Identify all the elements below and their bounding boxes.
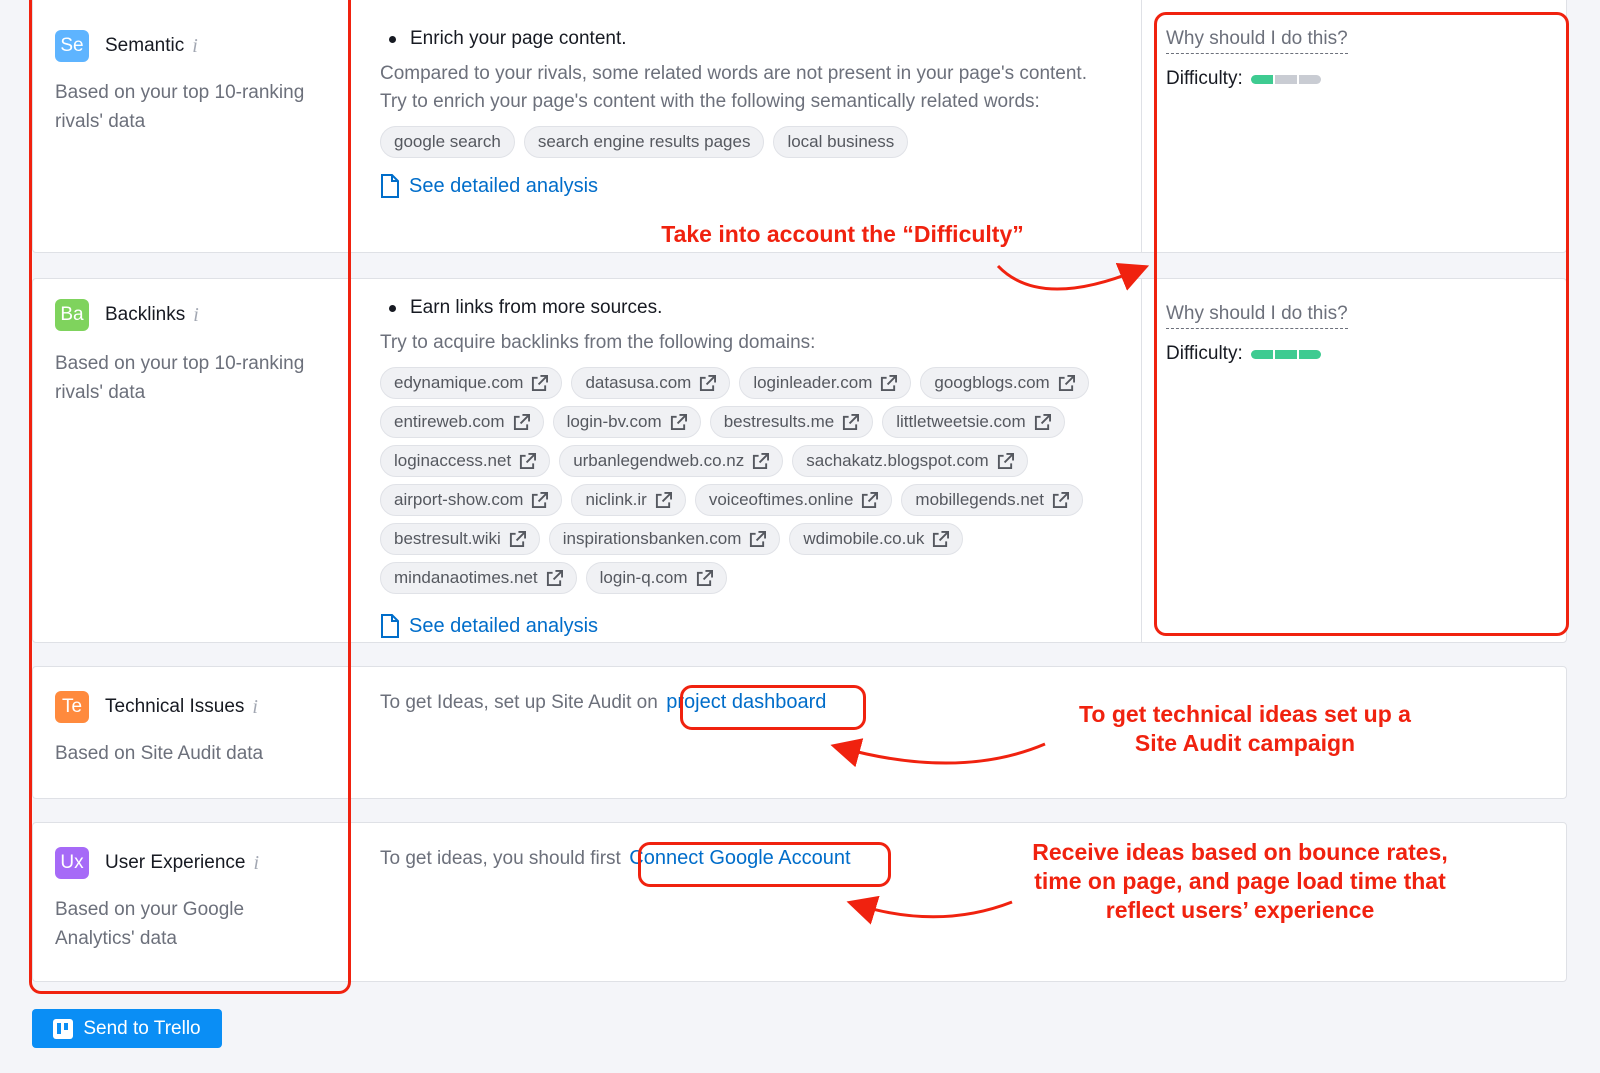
arrow-to-project-dashboard [830,738,1046,768]
arrow-to-connect-google [846,895,1013,925]
send-to-trello-button[interactable]: Send to Trello [32,1009,222,1048]
annotation-arrows [830,262,1150,925]
arrow-to-difficulty [996,262,1150,291]
trello-icon [53,1018,74,1039]
send-to-trello-label: Send to Trello [83,1017,201,1039]
